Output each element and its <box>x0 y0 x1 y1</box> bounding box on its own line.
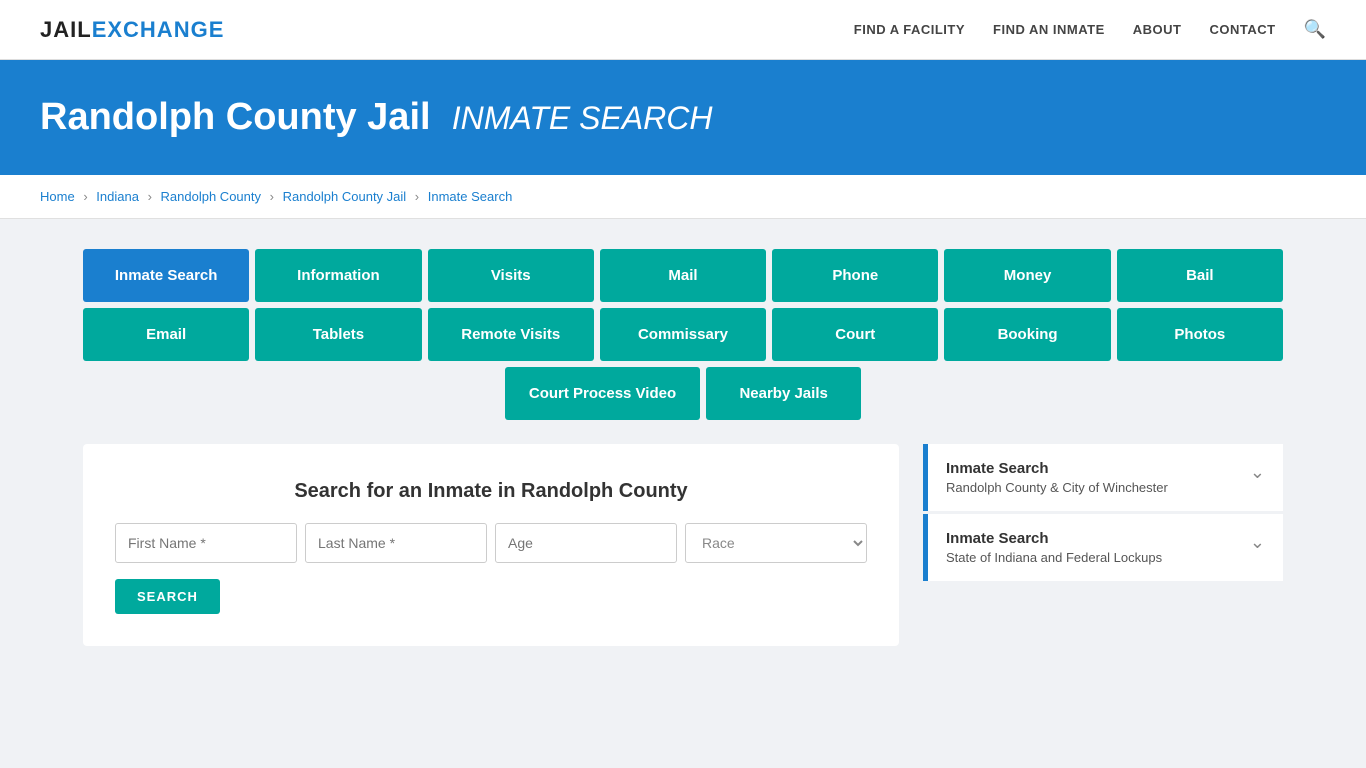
tab-tablets[interactable]: Tablets <box>255 308 421 361</box>
logo[interactable]: JAILEXCHANGE <box>40 17 224 43</box>
sidebar-item-county-text: Inmate Search Randolph County & City of … <box>946 460 1168 495</box>
age-input[interactable] <box>495 523 677 563</box>
sep4: › <box>415 189 419 204</box>
tab-photos[interactable]: Photos <box>1117 308 1283 361</box>
tab-email[interactable]: Email <box>83 308 249 361</box>
sidebar-item-county-heading: Inmate Search <box>946 460 1168 477</box>
sidebar-item-state[interactable]: Inmate Search State of Indiana and Feder… <box>923 514 1283 581</box>
nav-find-facility[interactable]: FIND A FACILITY <box>854 22 965 37</box>
breadcrumb-indiana[interactable]: Indiana <box>96 189 139 204</box>
hero-banner: Randolph County Jail INMATE SEARCH <box>0 60 1366 175</box>
search-icon[interactable]: 🔍 <box>1304 19 1326 39</box>
main-wrapper: Inmate Search Information Visits Mail Ph… <box>43 219 1323 676</box>
search-panel: Search for an Inmate in Randolph County … <box>83 444 899 646</box>
logo-exchange: EXCHANGE <box>92 17 225 42</box>
tab-phone[interactable]: Phone <box>772 249 938 302</box>
tab-mail[interactable]: Mail <box>600 249 766 302</box>
breadcrumb-home[interactable]: Home <box>40 189 75 204</box>
sep1: › <box>83 189 87 204</box>
sidebar-item-state-heading: Inmate Search <box>946 530 1162 547</box>
tab-booking[interactable]: Booking <box>944 308 1110 361</box>
tab-information[interactable]: Information <box>255 249 421 302</box>
content-area: Search for an Inmate in Randolph County … <box>83 444 1283 646</box>
chevron-down-icon-2: ⌄ <box>1250 532 1265 553</box>
sep2: › <box>148 189 152 204</box>
tab-visits[interactable]: Visits <box>428 249 594 302</box>
last-name-input[interactable] <box>305 523 487 563</box>
nav-contact[interactable]: CONTACT <box>1209 22 1275 37</box>
search-button[interactable]: SEARCH <box>115 579 220 614</box>
breadcrumb: Home › Indiana › Randolph County › Rando… <box>0 175 1366 219</box>
sidebar-item-county-sub: Randolph County & City of Winchester <box>946 480 1168 495</box>
page-title: Randolph County Jail INMATE SEARCH <box>40 96 1326 139</box>
breadcrumb-jail[interactable]: Randolph County Jail <box>283 189 407 204</box>
search-fields: Race White Black Hispanic Asian Other <box>115 523 867 563</box>
tab-commissary[interactable]: Commissary <box>600 308 766 361</box>
sidebar-item-state-sub: State of Indiana and Federal Lockups <box>946 550 1162 565</box>
tab-court[interactable]: Court <box>772 308 938 361</box>
tab-row-1: Inmate Search Information Visits Mail Ph… <box>83 249 1283 302</box>
breadcrumb-county[interactable]: Randolph County <box>161 189 261 204</box>
sidebar-panel: Inmate Search Randolph County & City of … <box>923 444 1283 581</box>
tab-row-2: Email Tablets Remote Visits Commissary C… <box>83 308 1283 361</box>
sidebar-item-county[interactable]: Inmate Search Randolph County & City of … <box>923 444 1283 511</box>
tab-bail[interactable]: Bail <box>1117 249 1283 302</box>
search-panel-title: Search for an Inmate in Randolph County <box>115 480 867 503</box>
tab-remote-visits[interactable]: Remote Visits <box>428 308 594 361</box>
nav-find-inmate[interactable]: FIND AN INMATE <box>993 22 1105 37</box>
logo-jail: JAIL <box>40 17 92 42</box>
hero-title-sub: INMATE SEARCH <box>452 100 713 136</box>
sidebar-item-state-text: Inmate Search State of Indiana and Feder… <box>946 530 1162 565</box>
nav-links: FIND A FACILITY FIND AN INMATE ABOUT CON… <box>854 19 1326 40</box>
sep3: › <box>270 189 274 204</box>
tab-money[interactable]: Money <box>944 249 1110 302</box>
tab-inmate-search[interactable]: Inmate Search <box>83 249 249 302</box>
navbar: JAILEXCHANGE FIND A FACILITY FIND AN INM… <box>0 0 1366 60</box>
tab-court-process-video[interactable]: Court Process Video <box>505 367 700 420</box>
breadcrumb-current: Inmate Search <box>428 189 513 204</box>
chevron-down-icon: ⌄ <box>1250 462 1265 483</box>
tab-row-3: Court Process Video Nearby Jails <box>83 367 1283 420</box>
nav-about[interactable]: ABOUT <box>1133 22 1182 37</box>
race-select[interactable]: Race White Black Hispanic Asian Other <box>685 523 867 563</box>
hero-title-main: Randolph County Jail <box>40 96 431 138</box>
first-name-input[interactable] <box>115 523 297 563</box>
tab-nearby-jails[interactable]: Nearby Jails <box>706 367 861 420</box>
